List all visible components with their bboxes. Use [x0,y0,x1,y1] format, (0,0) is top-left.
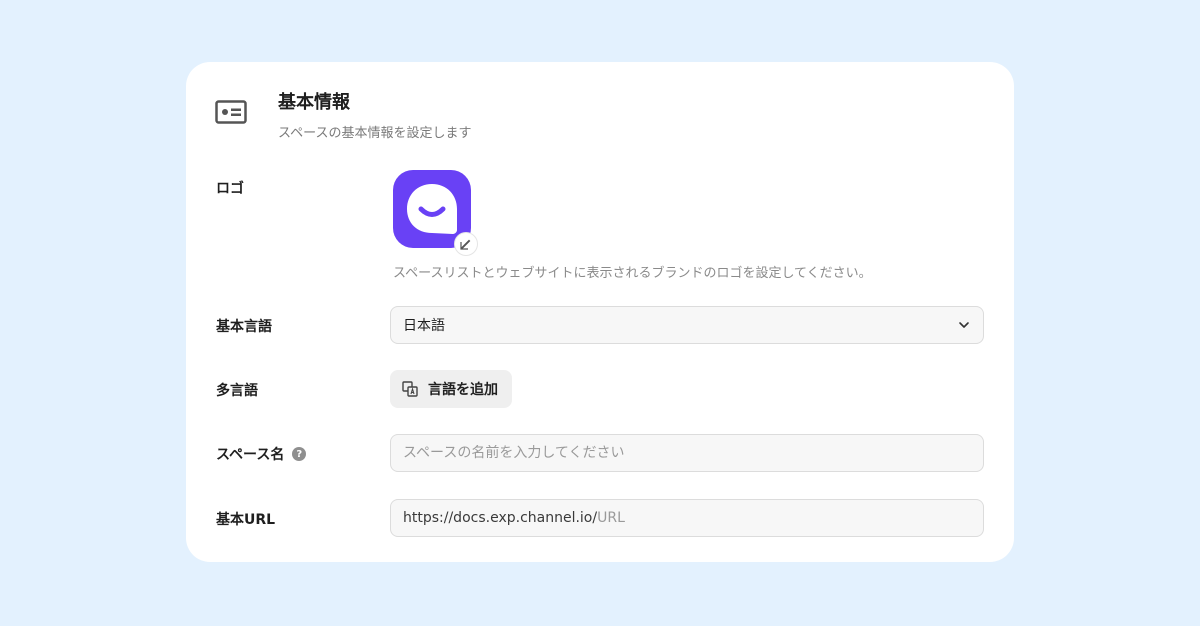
edit-icon[interactable] [454,232,478,256]
multilang-label-text: 多言語 [216,383,258,399]
logo-label-text: ロゴ [216,181,244,197]
base-language-value: 日本語 [403,318,445,334]
base-url-prefix: https://docs.exp.channel.io/ [403,510,598,526]
space-name-field[interactable] [390,434,984,472]
base-url-label: 基本URL [216,509,275,529]
base-url-field[interactable]: https://docs.exp.channel.io/ [390,499,984,537]
id-card-icon [215,100,247,124]
section-title: 基本情報 [278,92,350,113]
translate-icon [402,381,418,397]
space-name-input[interactable] [403,445,971,461]
logo-hint: スペースリストとウェブサイトに表示されるブランドのロゴを設定してください。 [393,266,872,281]
base-language-label: 基本言語 [216,316,272,336]
base-url-label-text: 基本URL [216,512,276,528]
basic-info-card: 基本情報 スペースの基本情報を設定します ロゴ スペースリストとウェブサイトに表… [186,62,1014,562]
space-name-label-text: スペース名 [216,447,285,463]
space-name-label: スペース名 ? [216,444,307,464]
base-url-input[interactable] [597,510,971,526]
multilang-label: 多言語 [216,380,258,400]
logo-uploader[interactable] [393,170,478,256]
help-icon[interactable]: ? [292,447,307,461]
chevron-down-icon [959,322,969,328]
base-language-select[interactable]: 日本語 [390,306,984,344]
base-language-label-text: 基本言語 [216,319,272,335]
add-language-label: 言語を追加 [428,382,498,398]
logo-label: ロゴ [216,178,244,198]
add-language-button[interactable]: 言語を追加 [390,370,512,408]
section-subtitle: スペースの基本情報を設定します [278,126,472,141]
